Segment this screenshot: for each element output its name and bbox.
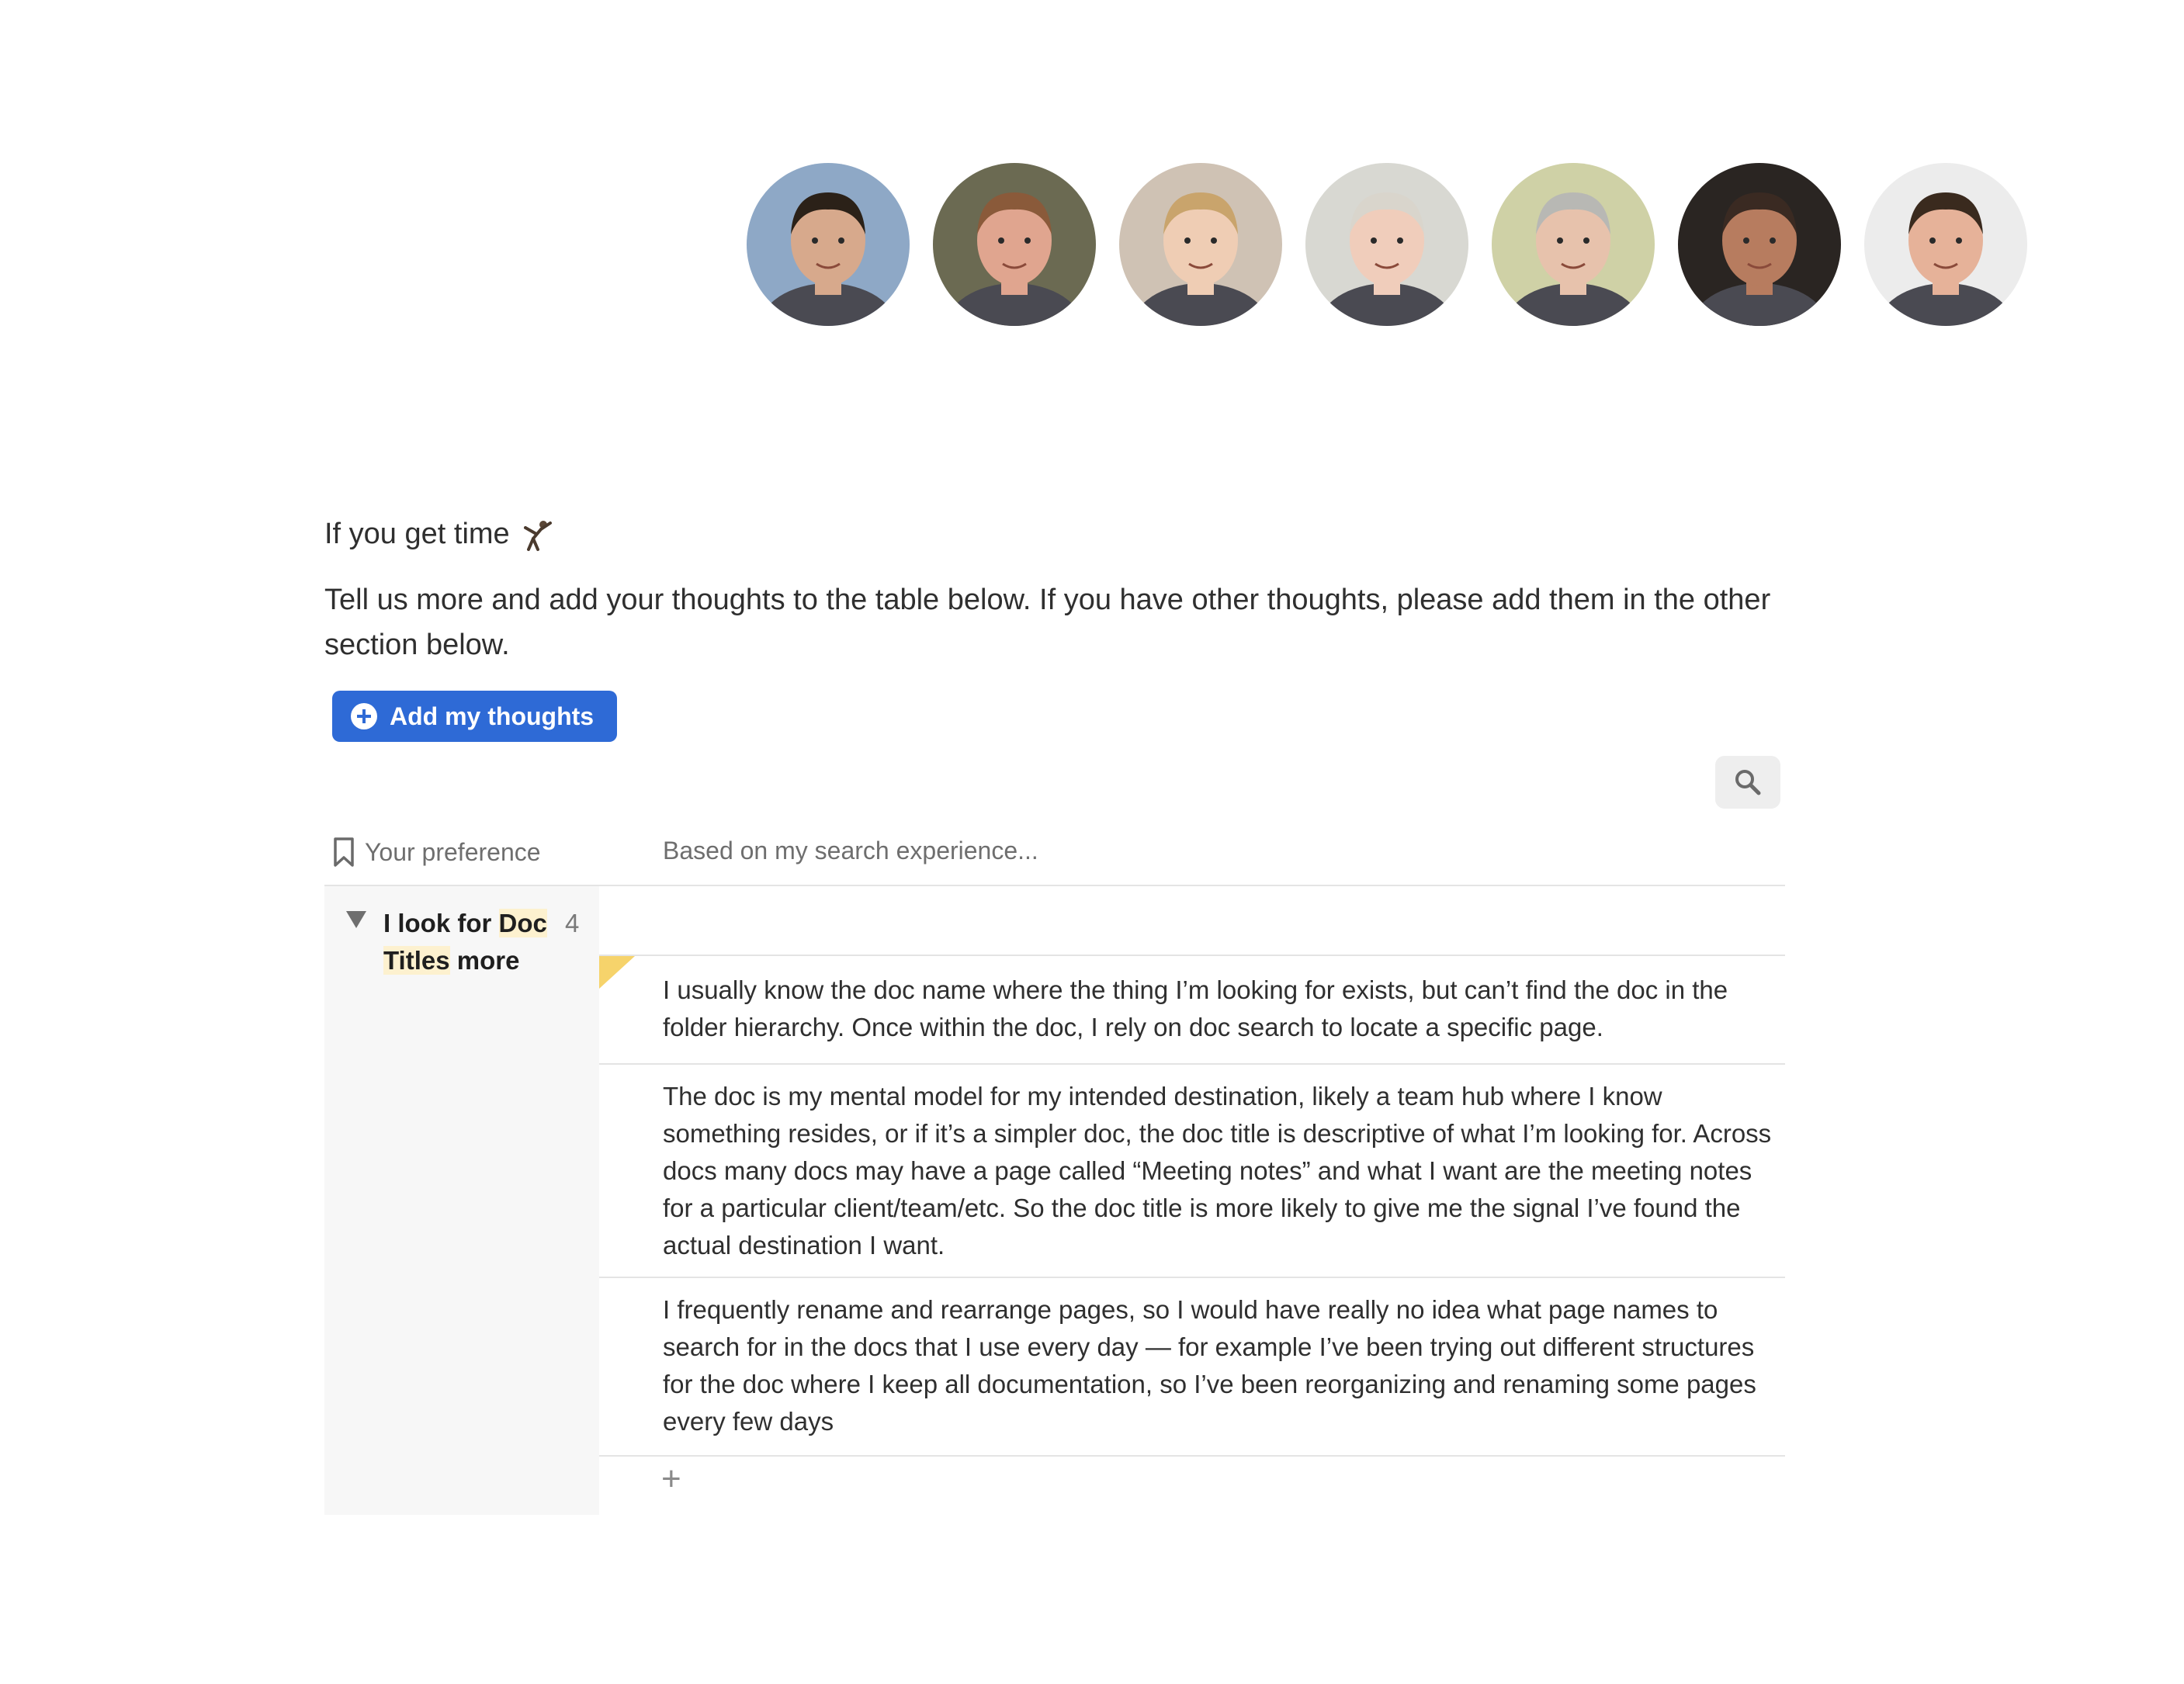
search-icon [1735,770,1761,795]
section-title: If you get time [324,512,553,556]
add-row-button[interactable]: + [661,1462,681,1496]
avatar [747,163,910,326]
column-header-experience[interactable]: Based on my search experience... [663,837,1038,865]
group-title-highlight: Titles [383,946,450,975]
avatar [1864,163,2027,326]
participant-6-portrait [1678,163,1841,326]
table-row[interactable]: I frequently rename and rearrange pages,… [599,1278,1785,1457]
avatar [1678,163,1841,326]
participant-4-portrait [1305,163,1468,326]
table-row[interactable]: I usually know the doc name where the th… [599,956,1785,1065]
group-column: I look for Doc Titles more 4 [324,886,599,1515]
avatar [1119,163,1282,326]
participant-1-portrait [747,163,910,326]
cartwheel-emoji-icon [522,518,553,553]
search-button[interactable] [1715,756,1780,809]
table-header: Your preference Based on my search exper… [324,826,1785,886]
add-my-thoughts-label: Add my thoughts [390,702,595,730]
row-text: The doc is my mental model for my intend… [663,1082,1772,1260]
avatar [933,163,1096,326]
column-header-preference-label: Your preference [365,837,541,866]
avatar [1305,163,1468,326]
participant-2-portrait [933,163,1096,326]
group-title: I look for Doc Titles more 4 [383,905,601,979]
column-header-preference[interactable]: Your preference [332,837,541,868]
participant-5-portrait [1492,163,1655,326]
participant-3-portrait [1119,163,1282,326]
group-count: 4 [565,909,580,937]
row-text: I frequently rename and rearrange pages,… [663,1295,1756,1436]
table-row[interactable]: The doc is my mental model for my intend… [599,1065,1785,1278]
avatar [1492,163,1655,326]
add-my-thoughts-button[interactable]: Add my thoughts [332,691,618,742]
plus-circle-icon [351,703,377,729]
group-title-part: more [449,946,520,975]
participant-avatars [0,0,2184,341]
collapse-triangle-icon[interactable] [346,911,366,928]
participant-7-portrait [1864,163,2027,326]
group-title-highlight: Doc [498,909,547,937]
row-flag-icon [599,956,635,989]
bookmark-icon [334,837,354,867]
intro-text: Tell us more and add your thoughts to th… [324,584,1771,661]
group-header-row [599,886,1785,956]
section-title-text: If you get time [324,518,510,550]
group-title-part: I look for [383,909,499,937]
row-text: I usually know the doc name where the th… [663,975,1728,1041]
